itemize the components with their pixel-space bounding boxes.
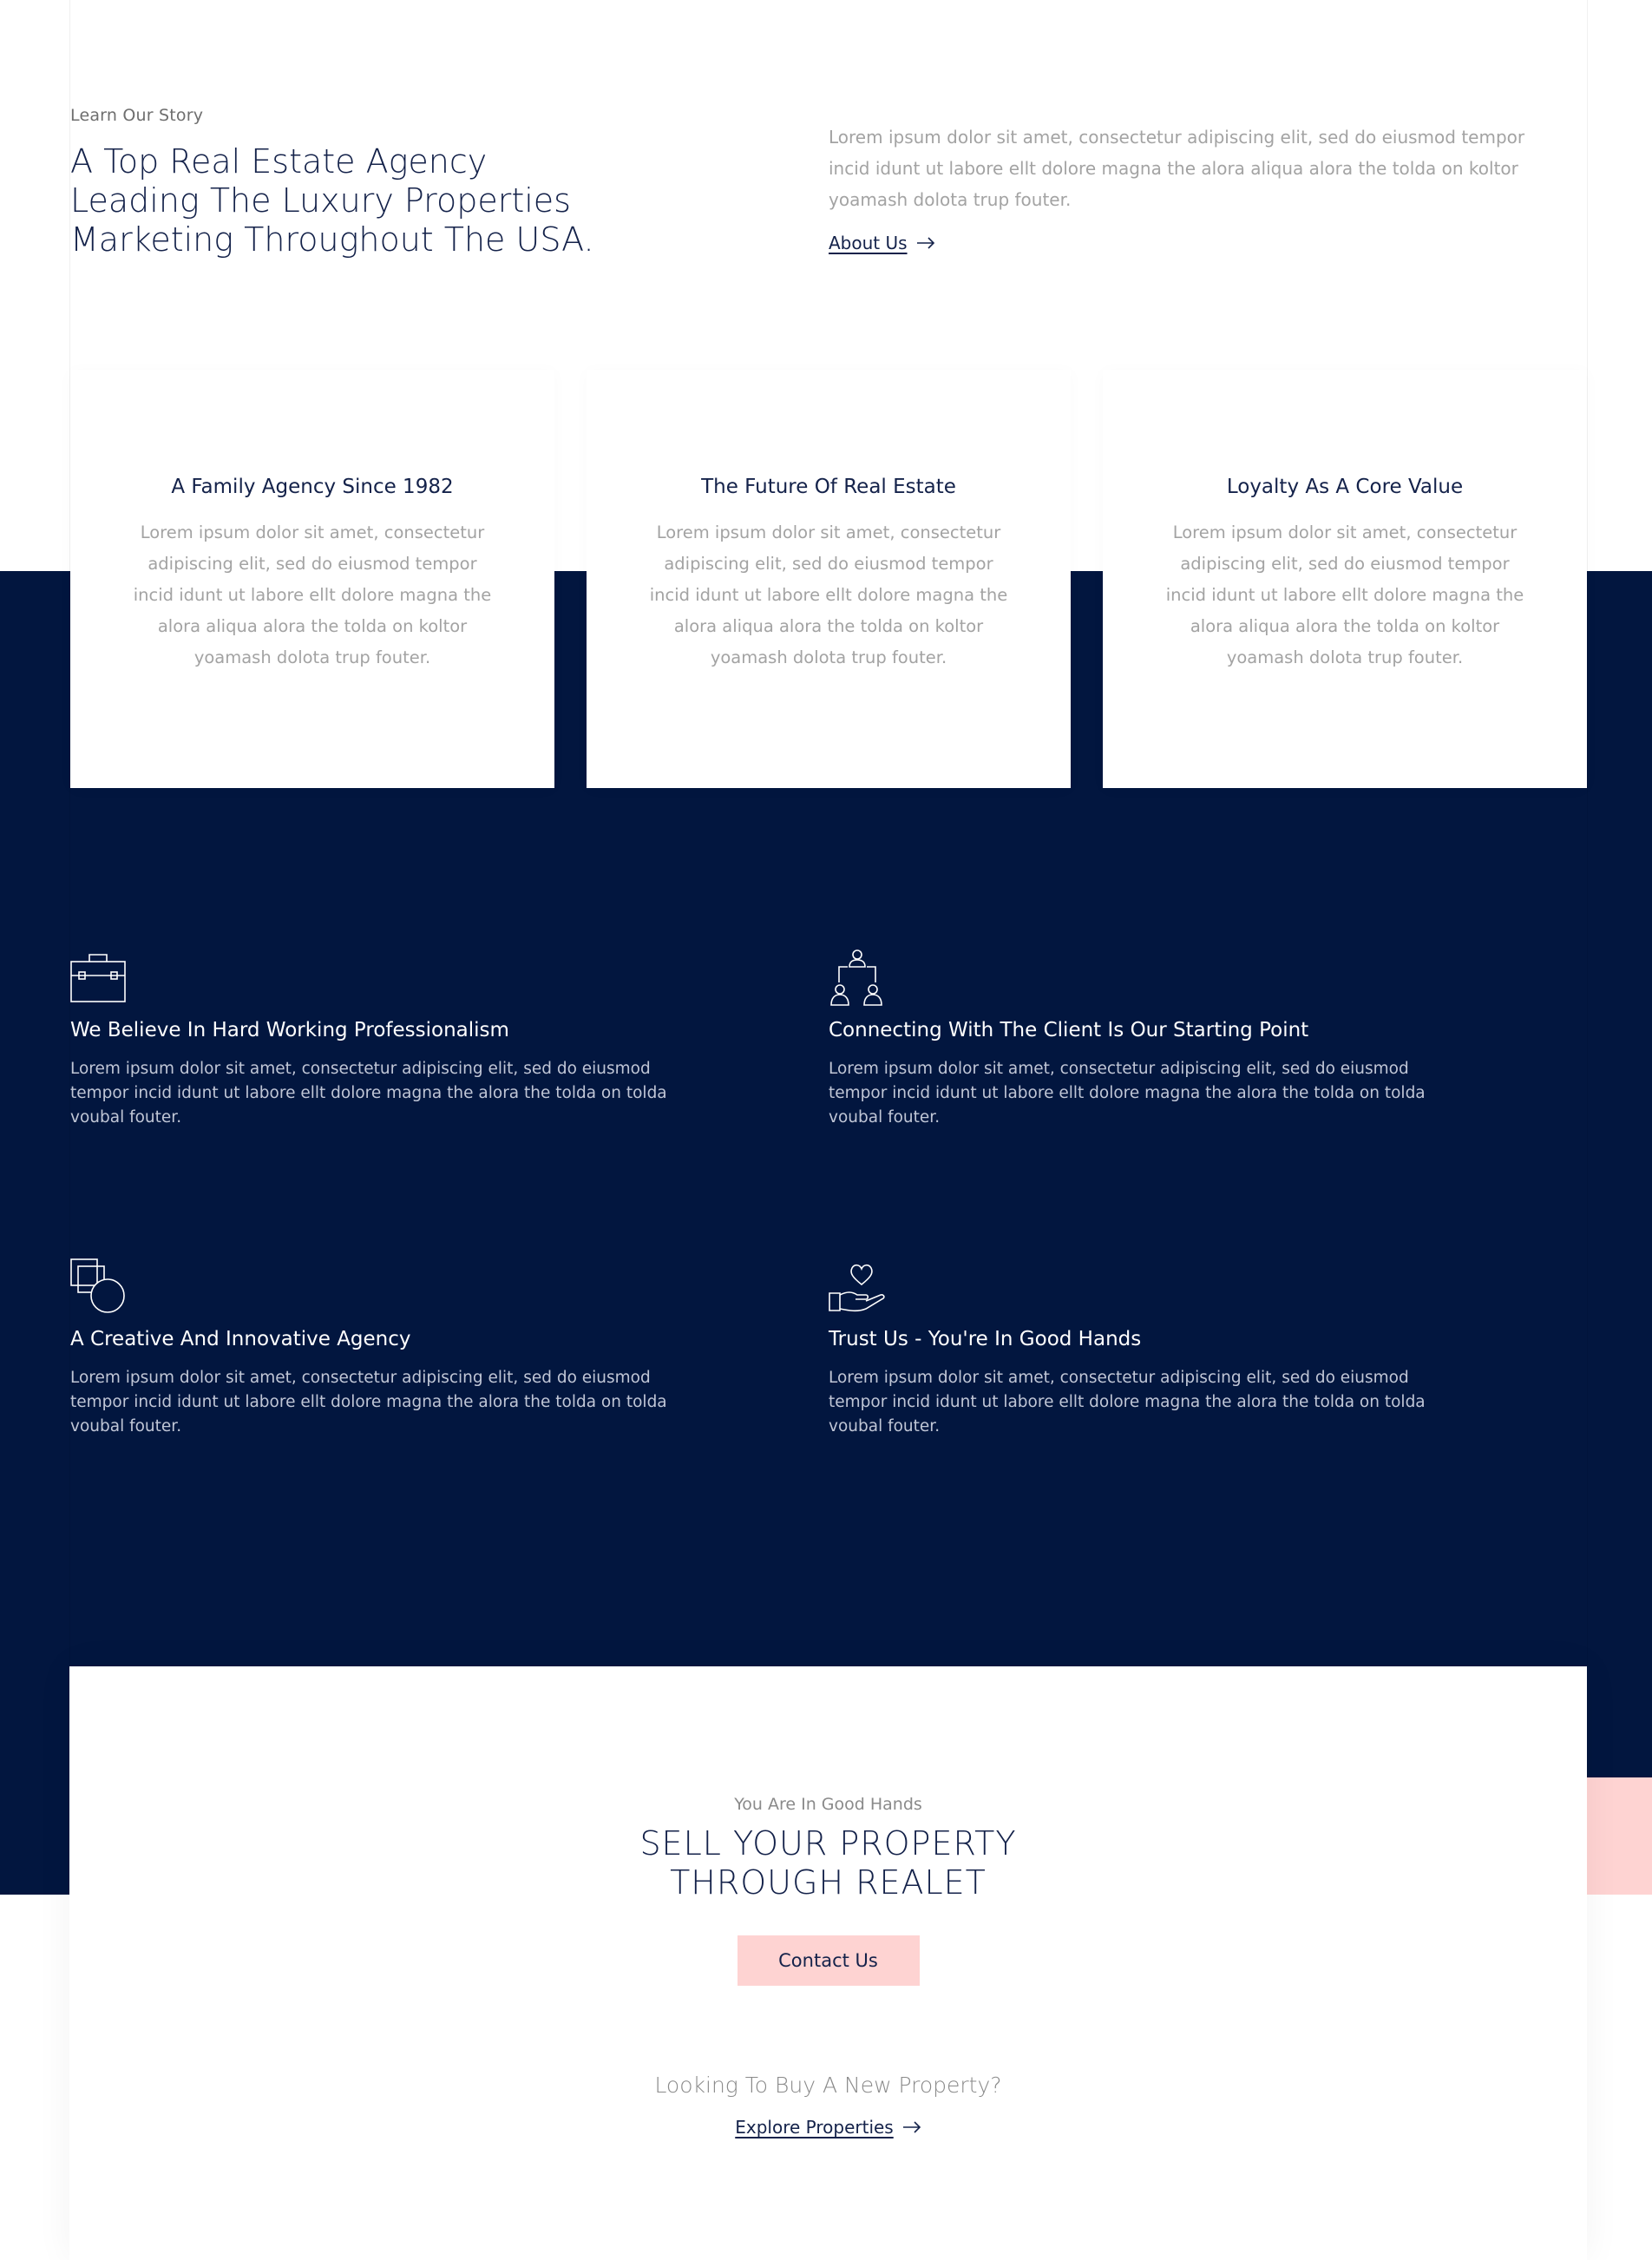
feature-text: Lorem ipsum dolor sit amet, consectetur … (70, 1369, 667, 1435)
intro-description: Lorem ipsum dolor sit amet, consectetur … (829, 127, 1525, 210)
feature-title: We Believe In Hard Working Professionali… (70, 1019, 509, 1041)
guide-rule-right (1587, 0, 1588, 1666)
card-text: Lorem ipsum dolor sit amet, consectetur … (649, 522, 1008, 667)
intro-title-line: Marketing Throughout The USA. (70, 220, 594, 259)
feature-title: Trust Us - You're In Good Hands (829, 1328, 1142, 1350)
sell-title: SELL YOUR PROPERTY THROUGH REALET (69, 1824, 1587, 1902)
hand-heart-icon (829, 1264, 885, 1312)
feature-title: Connecting With The Client Is Our Starti… (829, 1019, 1309, 1041)
feature-text: Lorem ipsum dolor sit amet, consectetur … (829, 1369, 1426, 1435)
contact-us-button[interactable]: Contact Us (737, 1935, 920, 1986)
briefcase-icon (70, 954, 126, 1002)
info-card: The Future Of Real Estate Lorem ipsum do… (587, 370, 1071, 788)
about-us-link[interactable]: About Us (829, 233, 935, 253)
feature-title: A Creative And Innovative Agency (70, 1328, 411, 1350)
explore-properties-link[interactable]: Explore Properties (735, 2117, 921, 2138)
intro-right: Lorem ipsum dolor sit amet, consectetur … (829, 122, 1566, 253)
sell-title-line: SELL YOUR PROPERTY (639, 1824, 1017, 1863)
card-title: Loyalty As A Core Value (1226, 476, 1464, 498)
card-title: The Future Of Real Estate (701, 476, 956, 498)
intro-kicker: Learn Our Story (70, 106, 204, 125)
feature-text: Lorem ipsum dolor sit amet, consectetur … (70, 1060, 667, 1127)
feature-text: Lorem ipsum dolor sit amet, consectetur … (829, 1060, 1426, 1127)
card-title: A Family Agency Since 1982 (171, 476, 454, 498)
sell-kicker: You Are In Good Hands (734, 1795, 922, 1814)
pink-accent-block (1587, 1777, 1652, 1895)
card-text: Lorem ipsum dolor sit amet, consectetur … (1165, 522, 1524, 667)
intro-title: A Top Real Estate Agency Leading The Lux… (70, 142, 764, 260)
about-us-label: About Us (829, 233, 908, 253)
info-card: A Family Agency Since 1982 Lorem ipsum d… (70, 370, 554, 788)
sell-title-line: THROUGH REALET (670, 1863, 987, 1902)
explore-properties-label: Explore Properties (735, 2117, 894, 2138)
buy-question: Looking To Buy A New Property? (654, 2073, 1002, 2098)
feature-item: Trust Us - You're In Good Hands Lorem ip… (829, 1258, 1436, 1439)
card-text: Lorem ipsum dolor sit amet, consectetur … (133, 522, 492, 667)
team-network-icon (830, 949, 882, 1006)
intro-title-line: A Top Real Estate Agency (70, 142, 488, 181)
shapes-icon (70, 1258, 125, 1313)
intro-left: Learn Our Story A Top Real Estate Agency… (70, 106, 764, 260)
feature-item: Connecting With The Client Is Our Starti… (829, 949, 1436, 1130)
sell-property-section: You Are In Good Hands SELL YOUR PROPERTY… (69, 1666, 1587, 2260)
info-card: Loyalty As A Core Value Lorem ipsum dolo… (1103, 370, 1587, 788)
feature-item: A Creative And Innovative Agency Lorem i… (70, 1258, 678, 1439)
arrow-right-icon (902, 2121, 921, 2133)
intro-title-line: Leading The Luxury Properties (70, 181, 571, 220)
feature-item: We Believe In Hard Working Professionali… (70, 949, 678, 1130)
arrow-right-icon (916, 237, 934, 249)
